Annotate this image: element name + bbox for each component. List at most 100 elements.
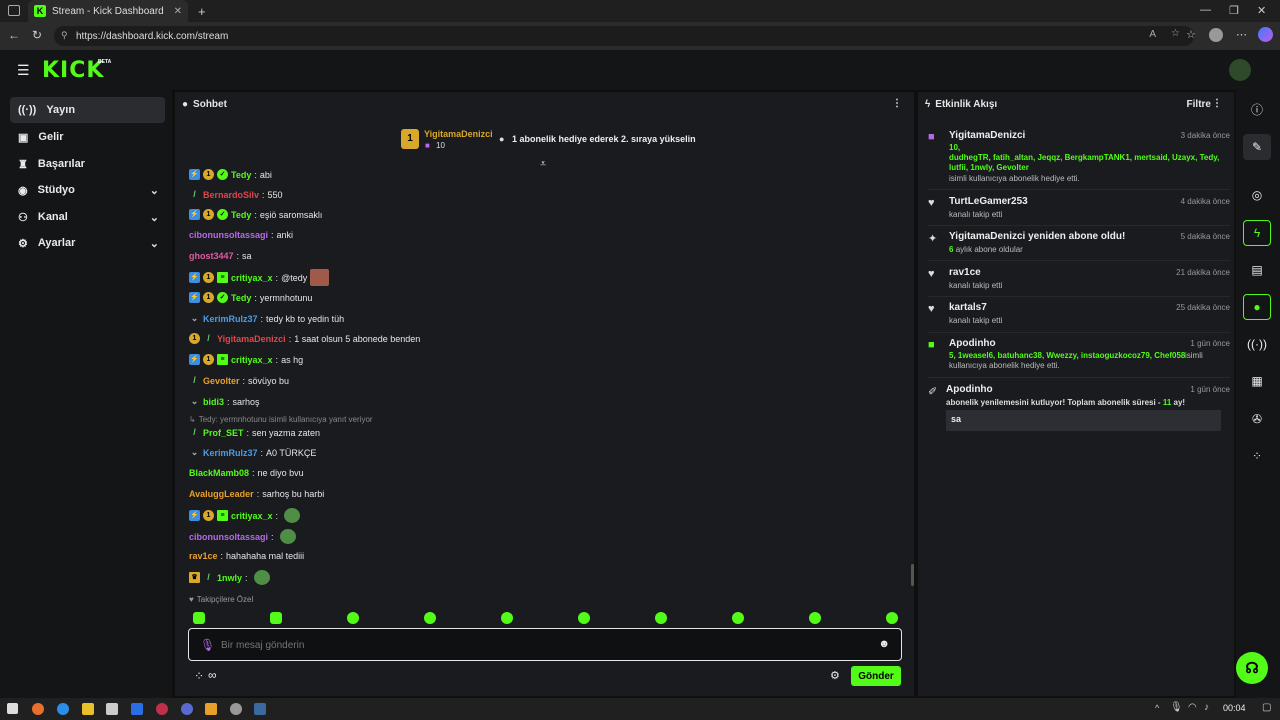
emote-icon[interactable] bbox=[347, 612, 359, 624]
points-button[interactable]: ⁘ bbox=[1243, 443, 1271, 469]
emote-icon[interactable] bbox=[424, 612, 436, 624]
heart-icon: ♥ bbox=[189, 595, 194, 604]
site-info-icon[interactable]: ⚲ bbox=[61, 30, 68, 41]
emote-icon[interactable] bbox=[578, 612, 590, 624]
emote-icon[interactable] bbox=[809, 612, 821, 624]
explorer-icon[interactable] bbox=[82, 703, 94, 715]
filter-button[interactable]: Filtre bbox=[1187, 99, 1211, 110]
microphone-icon[interactable]: 🎙 bbox=[200, 638, 215, 652]
copilot-icon[interactable] bbox=[1258, 27, 1273, 42]
url-input[interactable]: ⚲ https://dashboard.kick.com/stream A ☆ bbox=[54, 26, 1194, 46]
maximize-icon[interactable]: ❐ bbox=[1229, 4, 1239, 17]
user-avatar[interactable] bbox=[1229, 59, 1251, 81]
send-button[interactable]: Gönder bbox=[851, 666, 901, 686]
support-headset-icon[interactable]: ☊ bbox=[1236, 652, 1268, 684]
notes-button[interactable]: ▤ bbox=[1243, 257, 1271, 283]
wifi-icon[interactable]: ◠ bbox=[1188, 702, 1197, 713]
chat-scrollbar[interactable] bbox=[911, 564, 914, 586]
chevron-down-icon[interactable]: ⌄ bbox=[150, 184, 159, 197]
pencil-icon: ✎ bbox=[1251, 140, 1263, 154]
favorites-icon[interactable]: ☆ bbox=[1186, 28, 1196, 41]
chat-message: ⚡ 1 ≡ critiyax_x: @tedy bbox=[189, 269, 330, 286]
activity-menu-icon[interactable]: ⋮ bbox=[1212, 98, 1222, 109]
right-rail: ⓘ ✎ ◎ ϟ ▤ ● ((·)) ▦ ✇ ⁘ ☊ bbox=[1236, 90, 1280, 698]
emote-icon[interactable] bbox=[886, 612, 898, 624]
sidebar-item-basarilar[interactable]: ♜ Başarılar bbox=[10, 151, 165, 177]
sidebar-item-ayarlar[interactable]: ⚙ Ayarlar ⌄ bbox=[10, 230, 165, 256]
tab-actions-icon[interactable] bbox=[8, 5, 20, 16]
chevron-down-icon[interactable]: ⌄ bbox=[150, 211, 159, 224]
opera-icon[interactable] bbox=[156, 703, 168, 715]
more-icon[interactable]: ⋯ bbox=[1236, 28, 1247, 41]
pinned-gift-banner[interactable]: 1 YigitamaDenizci ■ 10 ● 1 abonelik hedi… bbox=[401, 128, 701, 152]
emote-icon[interactable] bbox=[501, 612, 513, 624]
close-window-icon[interactable]: ✕ bbox=[1257, 4, 1266, 17]
emoji-icon[interactable]: ☻ bbox=[878, 638, 890, 650]
chevron-down-icon[interactable]: ⌄ bbox=[150, 237, 159, 250]
pinned-user[interactable]: YigitamaDenizci bbox=[424, 129, 493, 139]
divider bbox=[928, 332, 1230, 333]
emote-icon[interactable] bbox=[732, 612, 744, 624]
steam-icon[interactable] bbox=[254, 703, 266, 715]
outlook-icon[interactable] bbox=[131, 703, 143, 715]
chat-button[interactable]: ● bbox=[1243, 294, 1271, 320]
app-icon[interactable] bbox=[106, 703, 118, 715]
sidebar-item-kanal[interactable]: ⚇ Kanal ⌄ bbox=[10, 204, 165, 230]
menu-hamburger-icon[interactable]: ☰ bbox=[17, 62, 30, 79]
profile-avatar[interactable] bbox=[1209, 28, 1223, 42]
activity-event: ■ Apodinho 1 gün önce 5, 1weasel6, batuh… bbox=[928, 338, 1230, 370]
wrench-icon: ✇ bbox=[1251, 412, 1263, 426]
sidebar-item-yayin[interactable]: ((·)) Yayın bbox=[10, 97, 165, 123]
activity-title: Etkinlik Akışı bbox=[935, 98, 998, 110]
favorite-star-icon[interactable]: ☆ bbox=[1171, 28, 1180, 39]
broadcast-button[interactable]: ((·)) bbox=[1243, 331, 1271, 357]
minimize-icon[interactable]: — bbox=[1200, 4, 1211, 16]
tools-button[interactable]: ✇ bbox=[1243, 406, 1271, 432]
emote-image bbox=[310, 269, 330, 286]
emote-icon[interactable] bbox=[655, 612, 667, 624]
followers-only-label: ♥ Takipçilere Özel bbox=[189, 595, 254, 604]
close-tab-icon[interactable]: ✕ bbox=[174, 6, 182, 17]
kick-logo[interactable]: KICK bbox=[42, 58, 104, 83]
sidebar-item-label: Yayın bbox=[46, 104, 76, 116]
camera-button[interactable]: ◎ bbox=[1243, 182, 1271, 208]
microphone-icon[interactable]: 🎙 bbox=[1170, 702, 1183, 713]
volume-icon[interactable]: ♪ bbox=[1204, 702, 1209, 713]
app-icon[interactable] bbox=[181, 703, 193, 715]
app-icon[interactable] bbox=[32, 703, 44, 715]
sidebar-item-studyo[interactable]: ◉ Stüdyo ⌄ bbox=[10, 177, 165, 203]
browser-tab[interactable]: K Stream - Kick Dashboard ✕ bbox=[28, 0, 188, 22]
message-input[interactable] bbox=[221, 637, 841, 653]
new-tab-icon[interactable]: + bbox=[198, 4, 206, 19]
layout-button[interactable]: ▦ bbox=[1243, 368, 1271, 394]
chat-menu-icon[interactable]: ⋮ bbox=[892, 98, 902, 109]
start-icon[interactable] bbox=[7, 703, 18, 714]
points-icon[interactable]: ⁘ bbox=[194, 669, 204, 683]
emote-icon[interactable] bbox=[193, 612, 205, 624]
chat-message: / Gevolter: sövüyo bu bbox=[193, 375, 290, 386]
activity-header: ϟ Etkinlik Akışı Filtre ⋮ bbox=[918, 92, 1234, 116]
back-icon[interactable]: ← bbox=[8, 28, 20, 42]
chat-settings-icon[interactable]: ⚙ bbox=[830, 669, 840, 682]
clock[interactable]: 00:04 bbox=[1223, 703, 1246, 713]
info-button[interactable]: ⓘ bbox=[1243, 96, 1271, 122]
read-aloud-icon[interactable]: A bbox=[1149, 29, 1156, 40]
message-input-box[interactable]: 🎙 ☻ bbox=[188, 628, 902, 661]
sidebar-item-gelir[interactable]: ▣ Gelir bbox=[10, 124, 165, 150]
edge-icon[interactable] bbox=[57, 703, 69, 715]
party-popper-icon: ✐ bbox=[928, 386, 938, 398]
emote-icon[interactable] bbox=[270, 612, 282, 624]
layout-icon: ▦ bbox=[1251, 374, 1263, 388]
activity-button[interactable]: ϟ bbox=[1243, 220, 1271, 246]
tray-chevron-icon[interactable]: ^ bbox=[1155, 703, 1159, 713]
chat-bubble-icon: ● bbox=[182, 98, 189, 110]
edit-button[interactable]: ✎ bbox=[1243, 134, 1271, 160]
url-text: https://dashboard.kick.com/stream bbox=[76, 30, 229, 42]
refresh-icon[interactable]: ↻ bbox=[32, 28, 42, 42]
divider bbox=[928, 189, 1230, 190]
app-icon[interactable] bbox=[205, 703, 217, 715]
infinity-icon[interactable]: ∞ bbox=[208, 668, 217, 682]
collapse-pin-icon[interactable]: ⩡ bbox=[540, 158, 546, 171]
app-icon[interactable] bbox=[230, 703, 242, 715]
notifications-icon[interactable]: ▢ bbox=[1262, 702, 1271, 713]
